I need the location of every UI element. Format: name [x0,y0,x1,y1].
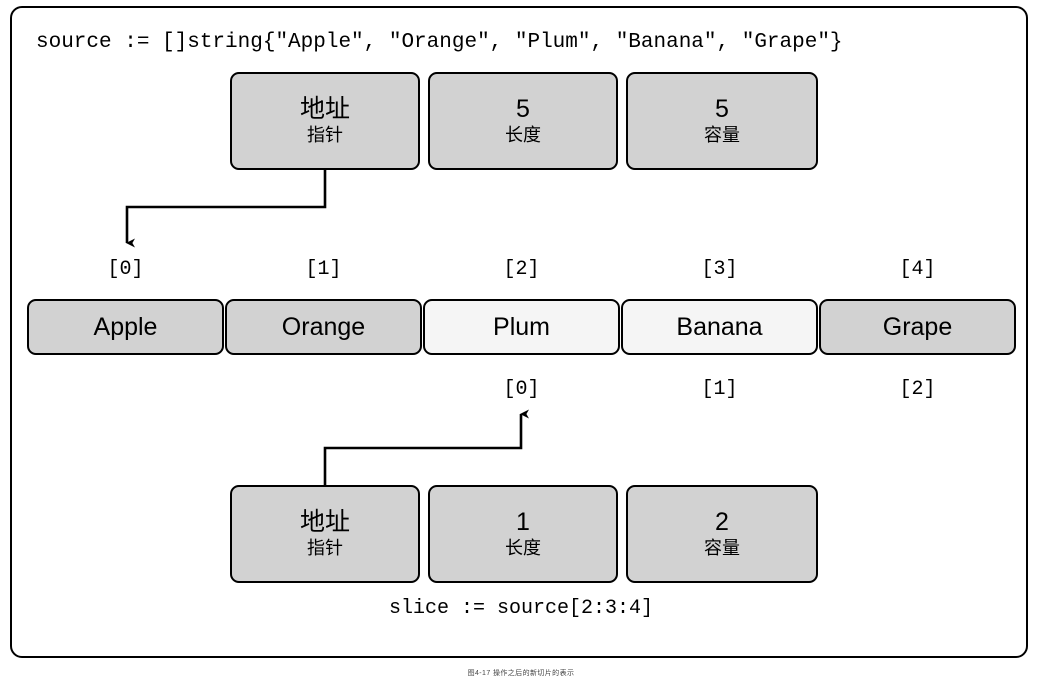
slice-index-2: [2] [899,378,936,401]
slice-capacity-cell: 2 容量 [626,485,818,583]
slice-length-cell: 1 长度 [428,485,618,583]
source-capacity-cell: 5 容量 [626,72,818,170]
array-element-0-text: Apple [93,312,158,341]
array-element-2: Plum [423,299,620,355]
figure-canvas: source := []string{"Apple", "Orange", "P… [0,0,1042,685]
array-element-3: Banana [621,299,818,355]
array-element-4-text: Grape [882,312,953,341]
array-element-0: Apple [27,299,224,355]
slice-index-1: [1] [701,378,738,401]
slice-index-0: [0] [503,378,540,401]
slice-pointer-label: 指针 [307,537,343,558]
array-element-3-text: Banana [676,312,763,341]
source-pointer-value: 地址 [299,94,350,123]
array-element-1: Orange [225,299,422,355]
array-index-3: [3] [701,258,738,281]
array-index-0: [0] [107,258,144,281]
source-capacity-value: 5 [715,94,729,123]
source-pointer-label: 指针 [307,124,343,145]
slice-pointer-value: 地址 [299,507,350,536]
array-index-4: [4] [899,258,936,281]
slice-capacity-label: 容量 [704,537,740,558]
source-length-label: 长度 [505,124,541,145]
slice-length-label: 长度 [505,537,541,558]
array-element-4: Grape [819,299,1016,355]
source-length-cell: 5 长度 [428,72,618,170]
source-pointer-cell: 地址 指针 [230,72,420,170]
slice-length-value: 1 [516,507,530,536]
source-length-value: 5 [516,94,530,123]
array-element-2-text: Plum [493,312,550,341]
array-index-2: [2] [503,258,540,281]
slice-capacity-value: 2 [715,507,729,536]
source-declaration-code: source := []string{"Apple", "Orange", "P… [36,31,843,54]
figure-caption: 图4-17 操作之后的新切片的表示 [467,670,575,677]
array-index-1: [1] [305,258,342,281]
slice-pointer-cell: 地址 指针 [230,485,420,583]
array-element-1-text: Orange [281,312,366,341]
source-capacity-label: 容量 [704,124,740,145]
slice-expression-code: slice := source[2:3:4] [388,597,654,620]
